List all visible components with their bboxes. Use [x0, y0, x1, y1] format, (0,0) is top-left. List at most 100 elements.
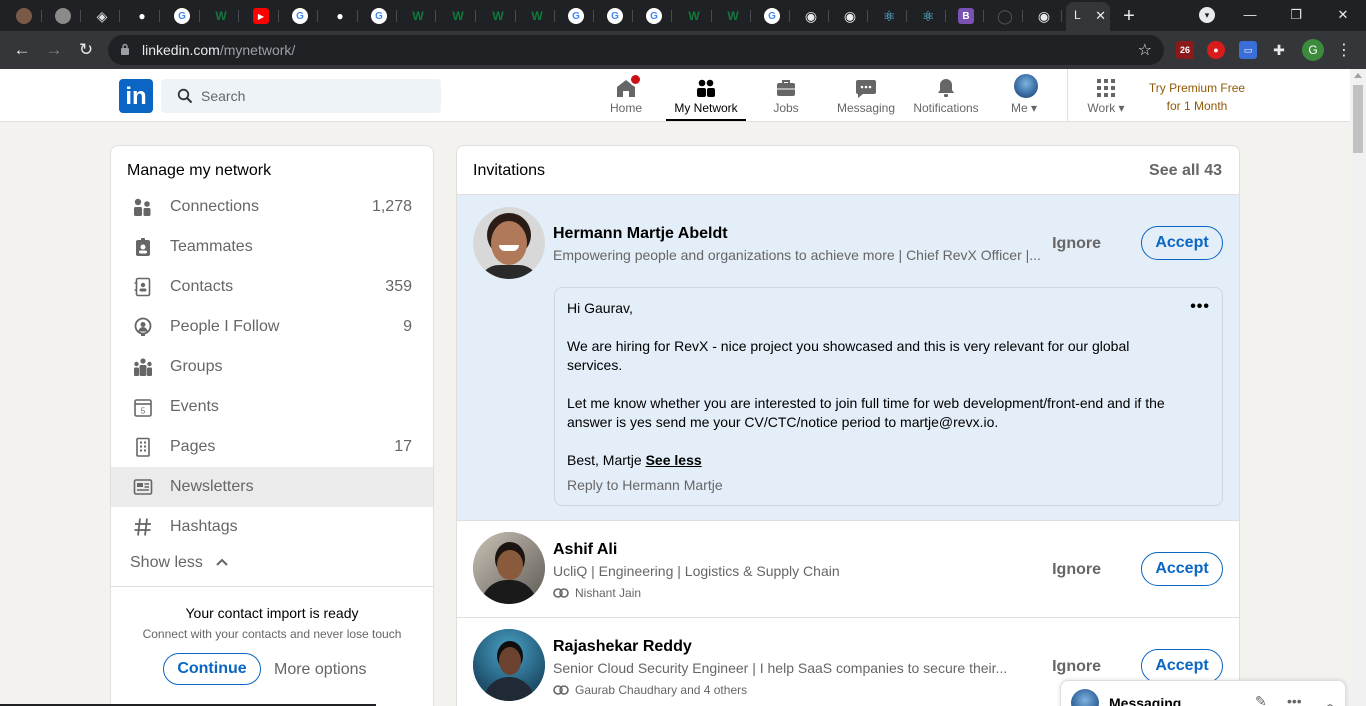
- browser-tab[interactable]: B: [948, 4, 984, 28]
- more-options-icon[interactable]: •••: [1190, 298, 1210, 316]
- browser-tab[interactable]: ◉: [1026, 4, 1062, 28]
- back-icon[interactable]: ←: [10, 39, 34, 61]
- avatar[interactable]: [473, 532, 545, 604]
- person-name[interactable]: Ashif Ali: [553, 541, 617, 559]
- browser-tab[interactable]: [45, 4, 81, 28]
- mutual-connection[interactable]: Nishant Jain: [553, 586, 641, 600]
- nav-home[interactable]: Home: [602, 69, 650, 121]
- sidebar-item-hashtags[interactable]: Hashtags: [111, 507, 433, 547]
- sidebar-item-pages[interactable]: Pages 17: [111, 427, 433, 467]
- reply-link[interactable]: Reply to Hermann Martje: [567, 477, 723, 493]
- browser-tab[interactable]: G: [361, 4, 397, 28]
- nav-my-network[interactable]: My Network: [666, 69, 746, 121]
- mutual-connection[interactable]: Gaurab Chaudhary and 4 others: [553, 683, 747, 697]
- browser-tab[interactable]: W: [480, 4, 516, 28]
- browser-tab[interactable]: W: [519, 4, 555, 28]
- extension-screen-icon[interactable]: ▭: [1239, 41, 1257, 59]
- nav-my-network-label: My Network: [674, 101, 738, 115]
- extensions-puzzle-icon[interactable]: ✚: [1270, 41, 1288, 59]
- sidebar-item-people-i-follow[interactable]: People I Follow 9: [111, 307, 433, 347]
- sidebar-item-groups[interactable]: Groups: [111, 347, 433, 387]
- see-less-link[interactable]: See less: [646, 452, 702, 468]
- forward-icon[interactable]: →: [42, 39, 66, 61]
- browser-tab[interactable]: G: [164, 4, 200, 28]
- browser-tab[interactable]: ◯: [987, 4, 1023, 28]
- nav-me[interactable]: Me ▾: [1000, 69, 1048, 121]
- browser-tab[interactable]: W: [203, 4, 239, 28]
- browser-tab[interactable]: W: [715, 4, 751, 28]
- browser-tab[interactable]: G: [597, 4, 633, 28]
- browser-tab[interactable]: W: [676, 4, 712, 28]
- see-all-invitations-link[interactable]: See all 43: [1149, 162, 1222, 180]
- bookmark-star-icon[interactable]: ☆: [1138, 40, 1152, 60]
- browser-tab[interactable]: ●: [124, 4, 160, 28]
- nav-me-label: Me ▾: [1010, 101, 1038, 115]
- browser-tab[interactable]: W: [440, 4, 476, 28]
- person-name[interactable]: Hermann Martje Abeldt: [553, 225, 728, 243]
- show-less-button[interactable]: Show less: [130, 554, 228, 572]
- sidebar-item-count: 17: [394, 438, 412, 455]
- sidebar-item-connections[interactable]: Connections 1,278: [111, 187, 433, 227]
- more-options-button[interactable]: More options: [274, 661, 367, 679]
- avatar[interactable]: [473, 207, 545, 279]
- browser-tab[interactable]: ◈: [84, 4, 120, 28]
- scroll-thumb[interactable]: [1353, 85, 1363, 153]
- window-close-icon[interactable]: ✕: [1332, 4, 1354, 26]
- linkedin-logo[interactable]: in: [119, 79, 153, 113]
- browser-tab[interactable]: [6, 4, 42, 28]
- nav-messaging-label: Messaging: [836, 101, 896, 115]
- ignore-button[interactable]: Ignore: [1052, 658, 1101, 676]
- nav-jobs[interactable]: Jobs: [762, 69, 810, 121]
- sidebar-item-contacts[interactable]: Contacts 359: [111, 267, 433, 307]
- browser-tab[interactable]: G: [558, 4, 594, 28]
- sidebar-item-events[interactable]: 5 Events: [111, 387, 433, 427]
- browser-tab[interactable]: G: [636, 4, 672, 28]
- nav-messaging[interactable]: Messaging: [832, 69, 900, 121]
- browser-tab[interactable]: ●: [322, 4, 358, 28]
- accept-button[interactable]: Accept: [1141, 649, 1223, 683]
- browser-tab[interactable]: ◉: [793, 4, 829, 28]
- sidebar-item-teammates[interactable]: Teammates: [111, 227, 433, 267]
- browser-tab[interactable]: ⚛: [910, 4, 946, 28]
- extension-red-icon[interactable]: ●: [1207, 41, 1225, 59]
- reload-icon[interactable]: ↻: [74, 39, 98, 61]
- chevron-up-icon[interactable]: ︿: [1323, 693, 1337, 706]
- tab-search-icon[interactable]: ▾: [1199, 7, 1215, 23]
- nav-divider: [1067, 69, 1068, 121]
- avatar[interactable]: [473, 629, 545, 701]
- browser-tab[interactable]: ◉: [832, 4, 868, 28]
- ignore-button[interactable]: Ignore: [1052, 235, 1101, 253]
- sidebar-item-label: Contacts: [170, 278, 234, 295]
- browser-tab[interactable]: W: [400, 4, 436, 28]
- browser-tab[interactable]: ▶: [243, 4, 279, 28]
- extension-badge-icon[interactable]: 26: [1176, 41, 1194, 59]
- new-tab-button[interactable]: +: [1118, 5, 1140, 27]
- search-input[interactable]: [201, 79, 431, 113]
- active-underline: [666, 119, 746, 121]
- sidebar-item-newsletters[interactable]: Newsletters: [111, 467, 433, 507]
- browser-menu-icon[interactable]: ⋮: [1336, 40, 1352, 60]
- minimize-icon[interactable]: —: [1239, 4, 1261, 26]
- omnibox[interactable]: linkedin.com/mynetwork/ ☆: [108, 35, 1164, 65]
- continue-button[interactable]: Continue: [163, 653, 261, 685]
- accept-button[interactable]: Accept: [1141, 552, 1223, 586]
- browser-tab[interactable]: ⚛: [871, 4, 907, 28]
- browser-tab[interactable]: G: [754, 4, 790, 28]
- ignore-button[interactable]: Ignore: [1052, 561, 1101, 579]
- person-name[interactable]: Rajashekar Reddy: [553, 638, 692, 656]
- active-tab[interactable]: L ✕: [1066, 2, 1110, 31]
- nav-work[interactable]: Work ▾: [1080, 69, 1132, 121]
- close-tab-icon[interactable]: ✕: [1095, 8, 1106, 24]
- browser-tab[interactable]: G: [282, 4, 318, 28]
- restore-icon[interactable]: ❐: [1285, 4, 1307, 26]
- search-box[interactable]: [161, 79, 441, 113]
- more-options-icon[interactable]: •••: [1287, 693, 1302, 706]
- premium-link[interactable]: Try Premium Free for 1 Month: [1140, 79, 1254, 115]
- compose-icon[interactable]: ✎: [1255, 693, 1267, 706]
- accept-button[interactable]: Accept: [1141, 226, 1223, 260]
- scroll-up-icon[interactable]: [1354, 73, 1362, 78]
- page-scrollbar[interactable]: [1350, 69, 1366, 706]
- messaging-dock[interactable]: Messaging ✎ ••• ︿: [1060, 680, 1346, 706]
- profile-avatar[interactable]: G: [1302, 39, 1324, 61]
- nav-notifications[interactable]: Notifications: [908, 69, 984, 121]
